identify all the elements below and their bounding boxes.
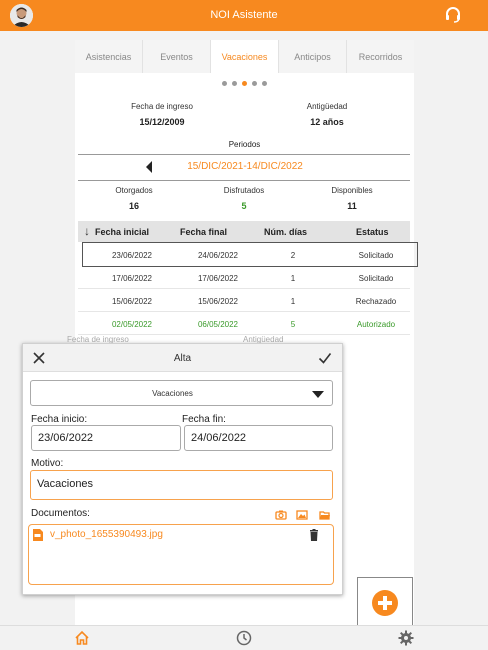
disfrutados-label: Disfrutados xyxy=(223,186,265,195)
column-header[interactable]: Estatus xyxy=(356,227,389,237)
plus-icon[interactable] xyxy=(372,590,398,616)
top-bar: NOI Asistente xyxy=(0,0,488,31)
chevron-down-icon xyxy=(312,391,324,398)
tab-bar: Asistencias Eventos Vacaciones Anticipos… xyxy=(75,40,414,73)
gear-icon[interactable] xyxy=(398,630,414,646)
cell-fecha-final: 24/06/2022 xyxy=(197,251,239,260)
cell-dias: 1 xyxy=(290,297,296,306)
antiguedad-value: 12 años xyxy=(310,117,344,127)
tab-eventos[interactable]: Eventos xyxy=(143,40,211,73)
cell-fecha-inicial: 17/06/2022 xyxy=(111,274,153,283)
clock-icon[interactable] xyxy=(236,630,252,646)
add-button-container xyxy=(358,578,412,626)
home-icon[interactable] xyxy=(74,630,90,646)
page-dot[interactable] xyxy=(262,81,267,86)
attached-file-name[interactable]: v_photo_1655390493.jpg xyxy=(50,529,163,540)
fecha-fin-label: Fecha fin: xyxy=(182,414,226,425)
documentos-label: Documentos: xyxy=(31,508,90,519)
motivo-label: Motivo: xyxy=(31,458,64,469)
table-row[interactable]: 23/06/2022 24/06/2022 2 Solicitado xyxy=(83,243,417,266)
divider xyxy=(78,180,410,181)
column-header[interactable]: Fecha final xyxy=(180,227,227,237)
disponibles-label: Disponibles xyxy=(331,186,373,195)
otorgados-label: Otorgados xyxy=(115,186,153,195)
documents-list: v_photo_1655390493.jpg xyxy=(28,524,334,585)
table-header: ↓ Fecha inicial Fecha final Núm. días Es… xyxy=(78,221,410,242)
disfrutados-value: 5 xyxy=(241,201,247,211)
tipo-select[interactable]: Vacaciones xyxy=(30,380,333,406)
tab-recorridos[interactable]: Recorridos xyxy=(347,40,414,73)
trash-icon[interactable] xyxy=(309,528,319,541)
fecha-ingreso-label: Fecha de ingreso xyxy=(131,102,193,111)
periodos-label: Periodos xyxy=(228,140,261,149)
file-icon xyxy=(33,528,43,541)
fecha-inicio-field[interactable]: 23/06/2022 xyxy=(31,425,181,451)
sort-arrow-icon[interactable]: ↓ xyxy=(84,224,90,238)
divider xyxy=(78,154,410,155)
tab-vacaciones[interactable]: Vacaciones xyxy=(211,40,279,73)
tipo-select-value: Vacaciones xyxy=(152,389,193,398)
cell-fecha-inicial: 15/06/2022 xyxy=(111,297,153,306)
cell-fecha-final: 17/06/2022 xyxy=(197,274,239,283)
dialog-title: Alta xyxy=(173,353,192,364)
cell-fecha-final: 06/05/2022 xyxy=(197,320,239,329)
cell-estatus: Rechazado xyxy=(355,297,397,306)
cell-dias: 1 xyxy=(290,274,296,283)
periodo-value[interactable]: 15/DIC/2021-14/DIC/2022 xyxy=(135,161,355,172)
app-title: NOI Asistente xyxy=(210,9,278,21)
cell-dias: 5 xyxy=(290,320,296,329)
cell-estatus: Solicitado xyxy=(358,251,394,260)
camera-icon[interactable] xyxy=(275,508,287,520)
column-header[interactable]: Núm. días xyxy=(264,227,307,237)
cell-fecha-final: 15/06/2022 xyxy=(197,297,239,306)
page-dot-active[interactable] xyxy=(242,81,247,86)
dialog-header: Alta xyxy=(23,344,342,372)
table-row[interactable]: 17/06/2022 17/06/2022 1 Solicitado xyxy=(78,266,410,289)
folder-icon[interactable] xyxy=(319,508,331,520)
tab-anticipos[interactable]: Anticipos xyxy=(279,40,347,73)
table-row[interactable]: 02/05/2022 06/05/2022 5 Autorizado xyxy=(78,312,410,335)
antiguedad-label: Antigüedad xyxy=(306,102,348,111)
cell-estatus: Autorizado xyxy=(356,320,396,329)
alta-dialog: Alta Vacaciones Fecha inicio: 23/06/2022… xyxy=(22,343,343,595)
table-row[interactable]: 15/06/2022 15/06/2022 1 Rechazado xyxy=(78,289,410,312)
page-dot[interactable] xyxy=(252,81,257,86)
fecha-fin-field[interactable]: 24/06/2022 xyxy=(184,425,333,451)
disponibles-value: 11 xyxy=(347,201,357,211)
cell-dias: 2 xyxy=(290,251,296,260)
check-icon[interactable] xyxy=(318,351,332,365)
image-icon[interactable] xyxy=(296,508,308,520)
bottom-nav xyxy=(0,625,488,650)
fecha-ingreso-value: 15/12/2009 xyxy=(139,117,185,127)
column-header[interactable]: Fecha inicial xyxy=(95,227,149,237)
headset-icon[interactable] xyxy=(444,6,462,24)
tab-asistencias[interactable]: Asistencias xyxy=(75,40,143,73)
page-dot[interactable] xyxy=(222,81,227,86)
otorgados-value: 16 xyxy=(128,201,139,211)
cell-fecha-inicial: 23/06/2022 xyxy=(111,251,153,260)
fecha-inicio-label: Fecha inicio: xyxy=(31,414,88,425)
motivo-field[interactable]: Vacaciones xyxy=(30,470,333,500)
cell-estatus: Solicitado xyxy=(358,274,394,283)
page-dot[interactable] xyxy=(232,81,237,86)
cell-fecha-inicial: 02/05/2022 xyxy=(111,320,153,329)
page-indicator xyxy=(75,81,414,87)
